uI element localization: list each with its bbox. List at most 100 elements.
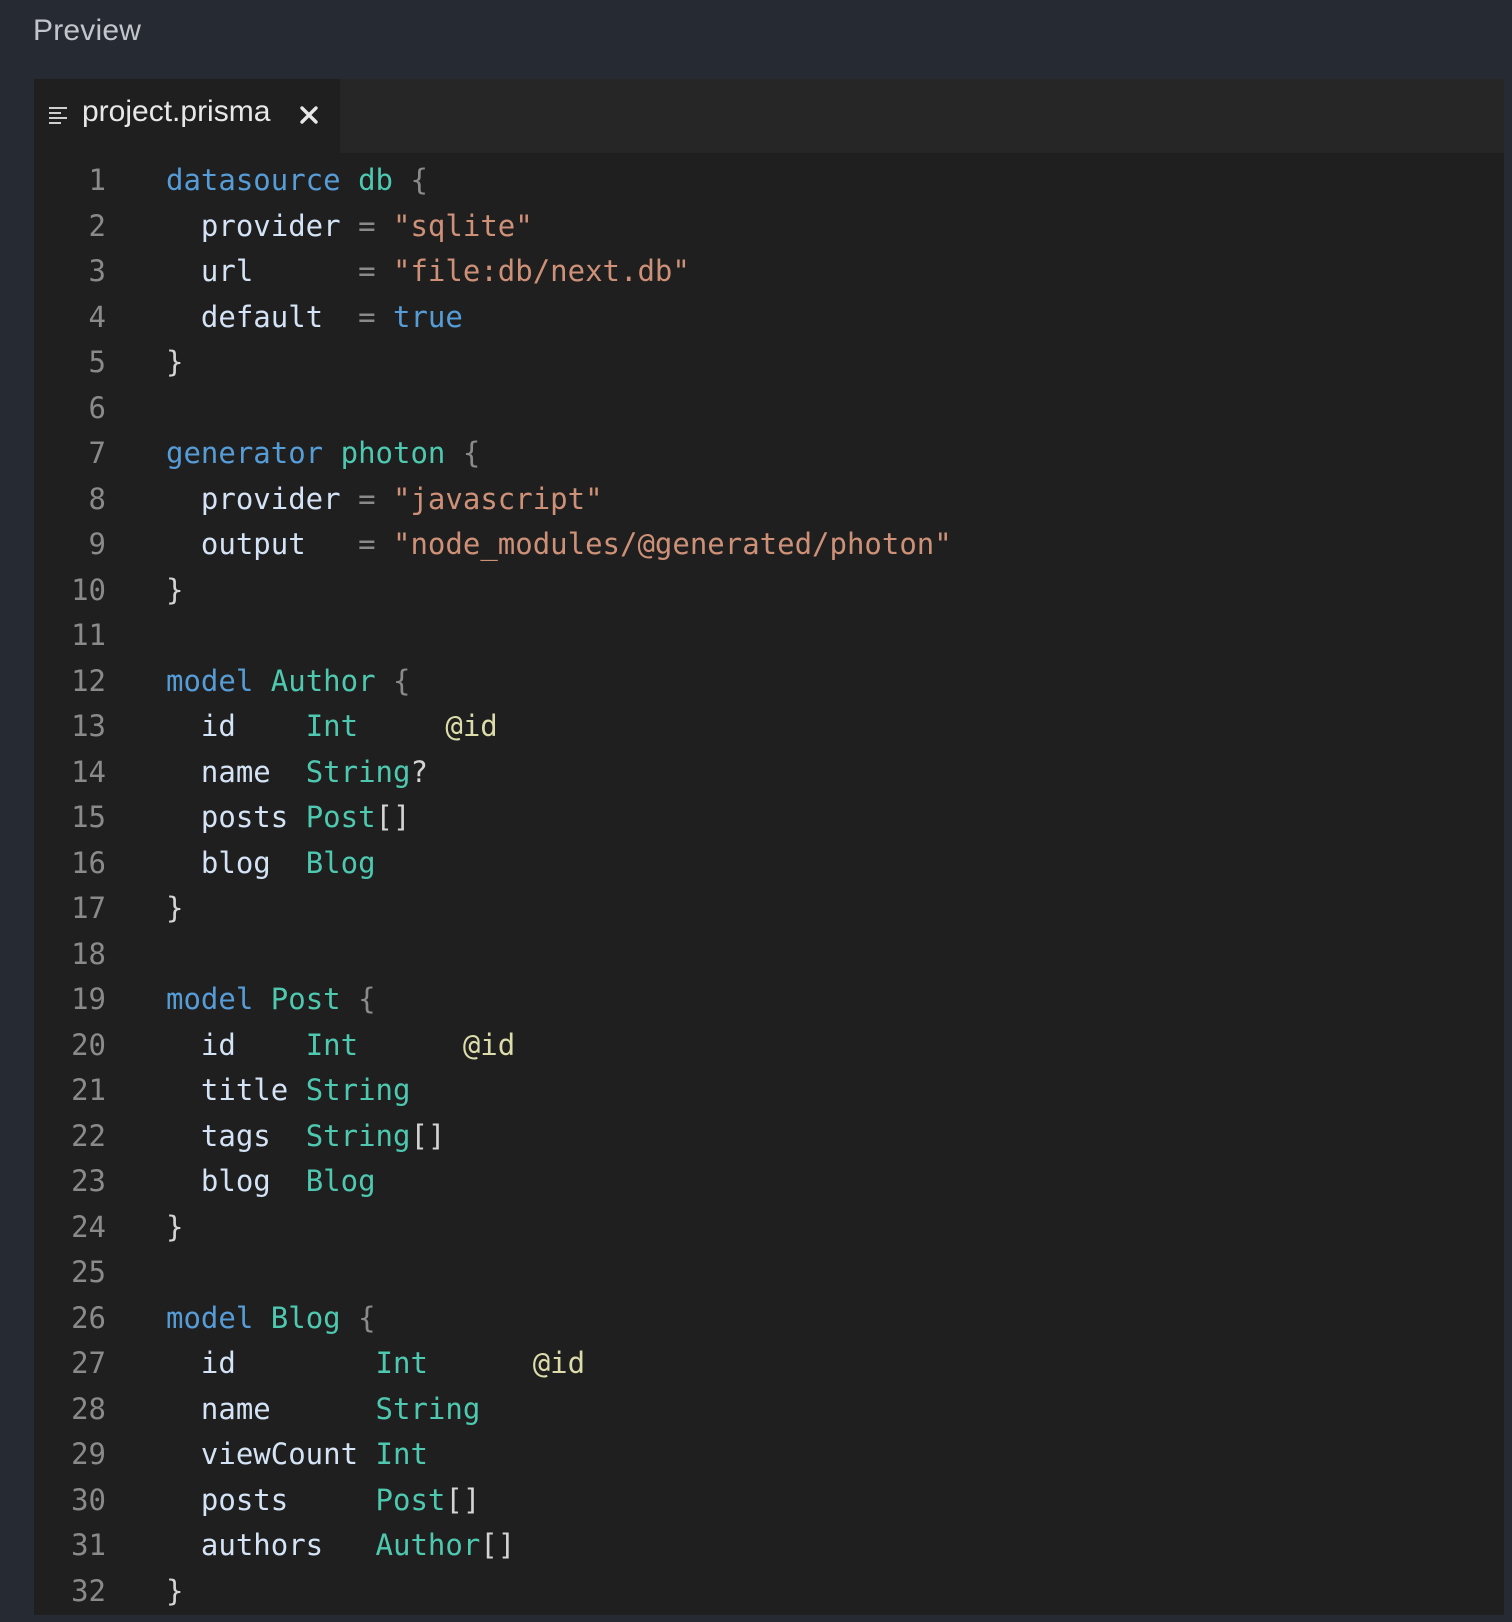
line-code: } <box>166 340 183 386</box>
code-line: 24} <box>34 1205 1504 1251</box>
code-line: 26 model Blog { <box>34 1296 1504 1342</box>
line-number: 11 <box>71 618 106 652</box>
line-code: default = true <box>166 295 463 341</box>
code-token: name <box>200 1391 271 1426</box>
line-number: 12 <box>71 663 106 698</box>
line-number: 3 <box>88 254 106 288</box>
line-code: authors Author[] <box>166 1523 515 1569</box>
line-code: generator photon { <box>166 431 480 477</box>
code-token: String <box>375 1391 481 1426</box>
code-token: [] <box>445 1482 481 1517</box>
line-number: 22 <box>71 1118 106 1153</box>
code-token: { <box>462 436 481 470</box>
line-code: id Int @id <box>166 704 498 750</box>
code-token: @id <box>462 1027 516 1062</box>
line-number: 13 <box>71 709 106 743</box>
code-token: posts <box>200 1482 289 1517</box>
code-line: 8 provider = "javascript" <box>34 477 1504 523</box>
code-token: Int <box>305 709 359 743</box>
line-number: 30 <box>71 1482 106 1517</box>
code-line: 9 output = "node_modules/@generated/phot… <box>34 522 1504 568</box>
line-number: 19 <box>71 982 106 1016</box>
line-number: 10 <box>71 572 106 607</box>
code-token: authors <box>200 1528 324 1562</box>
tab-project-prisma[interactable]: project.prisma <box>34 79 340 153</box>
code-token: title <box>200 1073 289 1107</box>
code-token: db <box>358 163 393 197</box>
code-line: 21 title String <box>34 1068 1504 1114</box>
line-code: model Post { <box>166 977 376 1023</box>
code-token: tags <box>200 1118 271 1153</box>
code-token: default <box>200 299 324 334</box>
code-line: 10} <box>34 568 1504 614</box>
code-token: = <box>358 208 376 243</box>
code-token: String <box>305 754 411 789</box>
code-token: "file:db/next.db" <box>393 254 690 288</box>
code-line: 4 default = true <box>34 295 1504 341</box>
line-number: 21 <box>71 1073 106 1107</box>
line-code: viewCount Int <box>166 1432 428 1478</box>
line-number: 29 <box>71 1437 106 1471</box>
code-line: 31 authors Author[] <box>34 1523 1504 1569</box>
code-token: { <box>358 982 376 1016</box>
line-code: name String? <box>166 750 428 796</box>
code-token: @id <box>445 709 498 743</box>
line-number: 23 <box>71 1164 106 1198</box>
code-line: 23 blog Blog <box>34 1159 1504 1205</box>
line-code: } <box>166 886 183 932</box>
code-token: Int <box>305 1027 359 1062</box>
line-code: datasource db { <box>166 158 428 204</box>
code-token: url <box>200 254 254 288</box>
line-number: 16 <box>71 845 106 880</box>
code-token: posts <box>200 800 289 834</box>
code-token: "javascript" <box>393 481 603 516</box>
code-token: generator <box>166 436 324 470</box>
line-number: 5 <box>88 345 106 379</box>
code-line: 30 posts Post[] <box>34 1478 1504 1524</box>
code-token: blog <box>200 1164 271 1198</box>
close-icon[interactable] <box>298 104 320 126</box>
code-token: true <box>393 299 463 334</box>
line-code: url = "file:db/next.db" <box>166 249 690 295</box>
code-token: String <box>305 1073 411 1107</box>
line-number: 26 <box>71 1300 106 1335</box>
line-code: output = "node_modules/@generated/photon… <box>166 522 952 568</box>
line-code: name String <box>166 1387 480 1433</box>
code-token: } <box>166 891 184 925</box>
code-token: model <box>166 663 254 698</box>
code-line: 6 <box>34 386 1504 432</box>
code-line: 14 name String? <box>34 750 1504 796</box>
code-line: 22 tags String[] <box>34 1114 1504 1160</box>
line-number: 25 <box>71 1255 106 1289</box>
code-line: 2 provider = "sqlite" <box>34 204 1504 250</box>
code-token: Int <box>375 1346 428 1380</box>
line-number: 28 <box>71 1391 106 1426</box>
code-token: photon <box>340 436 446 470</box>
code-token: Post <box>270 982 341 1016</box>
code-token: { <box>358 1300 376 1335</box>
code-area[interactable]: 1 datasource db {2 provider = "sqlite" 3 u… <box>34 158 1504 1614</box>
